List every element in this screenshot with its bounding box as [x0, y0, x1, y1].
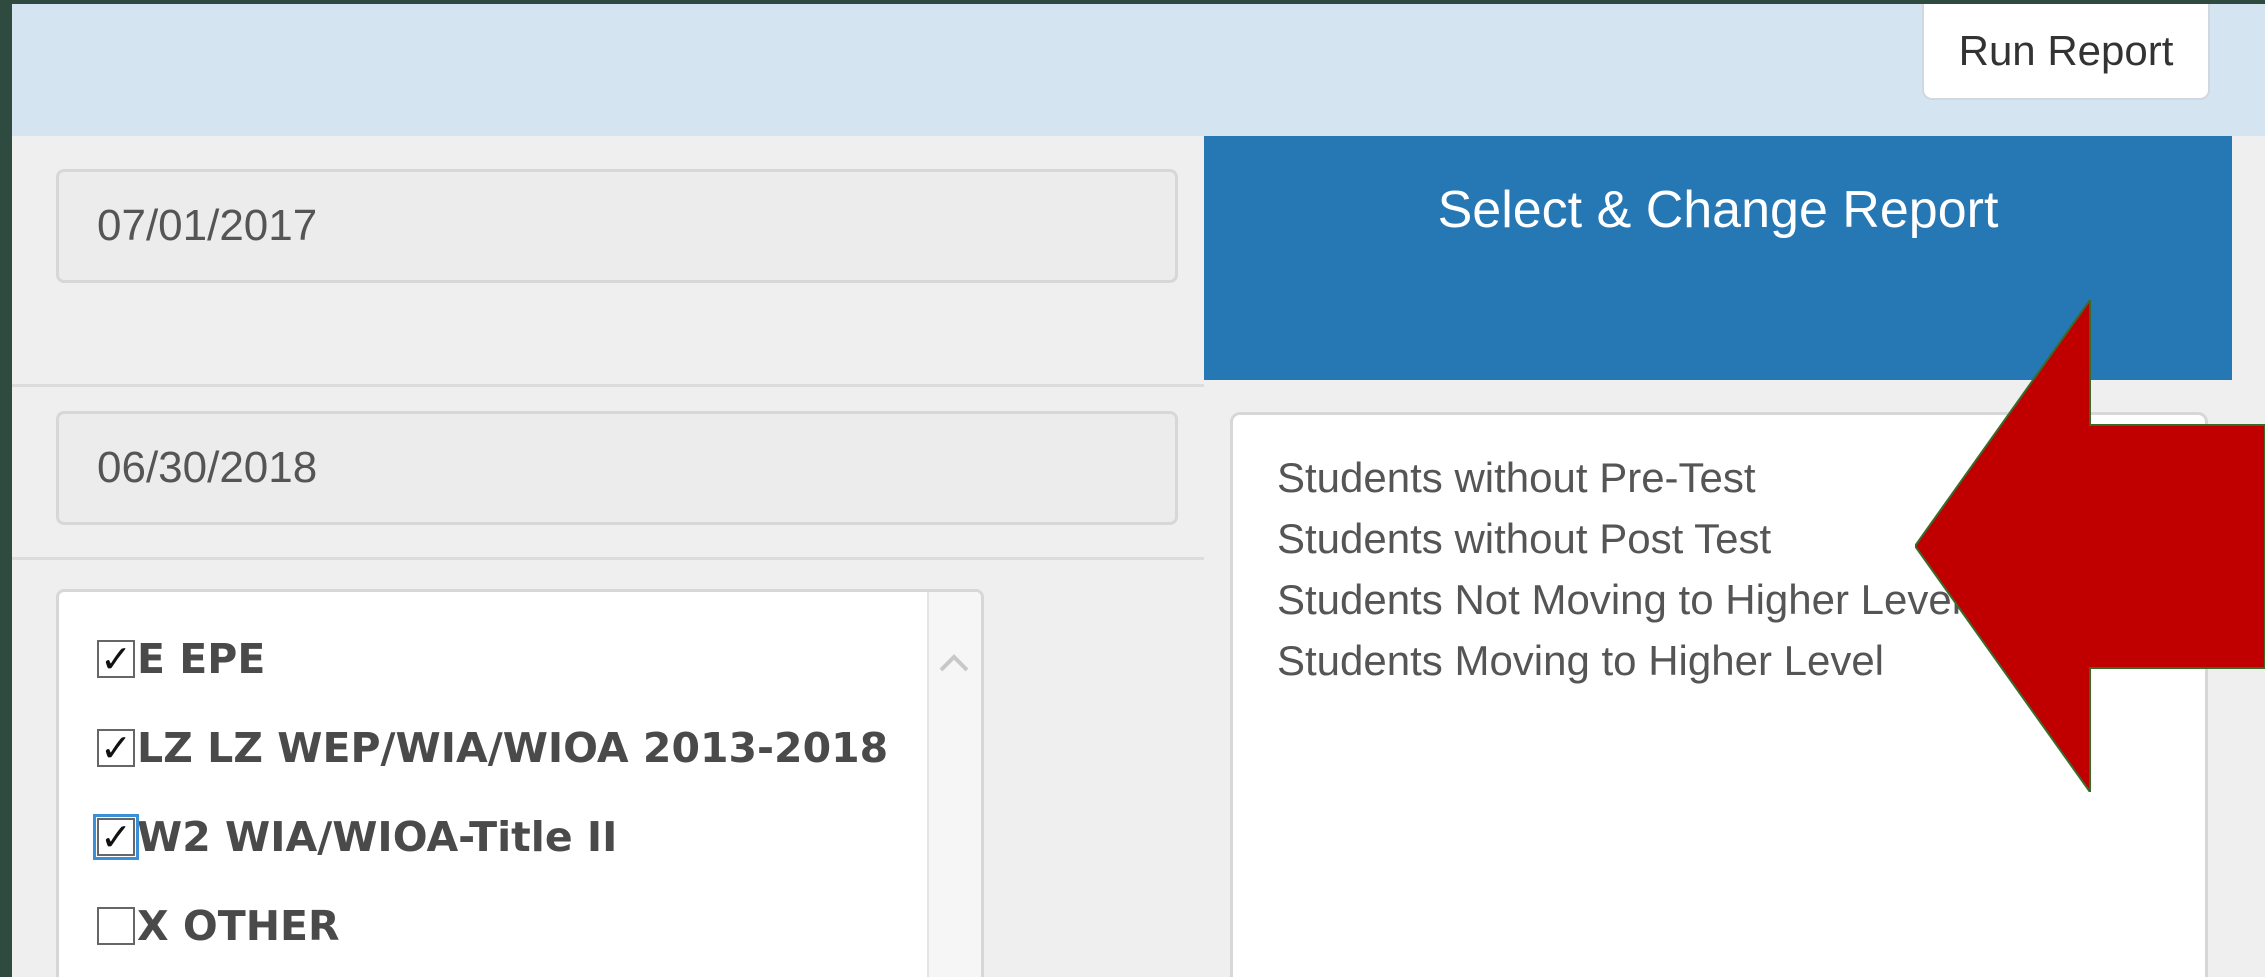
checkbox[interactable]: ✓	[97, 640, 135, 678]
program-label: E EPE	[137, 635, 266, 683]
chevron-up-icon[interactable]	[937, 646, 971, 680]
run-report-button[interactable]: Run Report	[1922, 4, 2210, 100]
checklist-scrollbar[interactable]	[927, 592, 981, 977]
program-label: LZ LZ WEP/WIA/WIOA 2013-2018	[137, 724, 889, 772]
start-date-row: 07/01/2017	[12, 136, 1204, 387]
program-item-x-other[interactable]: X OTHER	[97, 896, 340, 956]
start-date-input[interactable]: 07/01/2017	[56, 169, 1178, 283]
end-date-input[interactable]: 06/30/2018	[56, 411, 1178, 525]
program-label: W2 WIA/WIOA-Title II	[137, 813, 618, 861]
program-item-w2[interactable]: ✓ W2 WIA/WIOA-Title II	[93, 807, 618, 867]
program-item-e-epe[interactable]: ✓ E EPE	[97, 629, 265, 689]
end-date-row: 06/30/2018	[12, 387, 1204, 560]
program-label: X OTHER	[137, 902, 340, 950]
left-arrow-icon	[1915, 300, 2265, 792]
program-checklist: ✓ E EPE ✓ LZ LZ WEP/WIA/WIOA 2013-2018 ✓…	[56, 589, 984, 977]
checkbox[interactable]: ✓	[97, 729, 135, 767]
checkbox[interactable]: ✓	[93, 814, 139, 860]
checkbox[interactable]	[97, 907, 135, 945]
top-toolbar: Run Report	[12, 4, 2265, 136]
program-item-lz[interactable]: ✓ LZ LZ WEP/WIA/WIOA 2013-2018	[97, 718, 888, 778]
